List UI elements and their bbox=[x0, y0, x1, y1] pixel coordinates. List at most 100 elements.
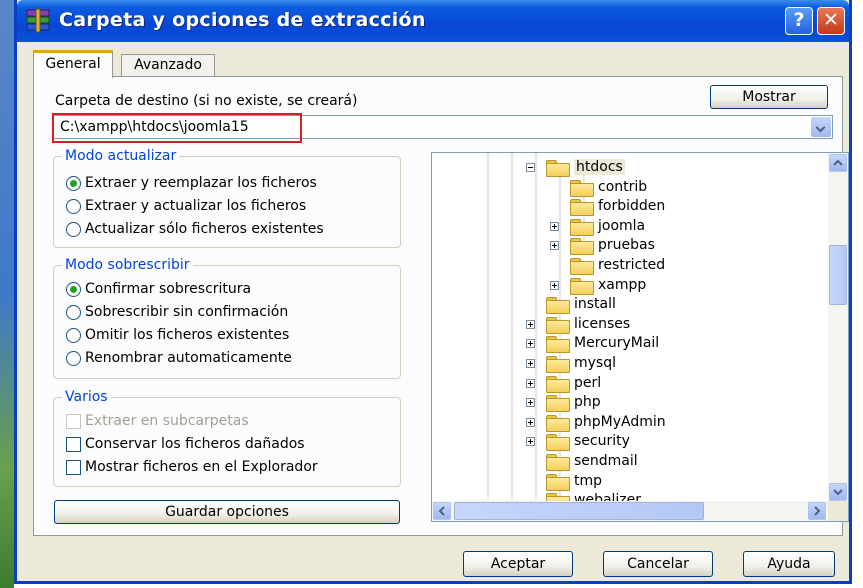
scroll-left-button[interactable] bbox=[433, 502, 451, 520]
expand-plus-icon[interactable] bbox=[550, 241, 559, 250]
tree-node-label[interactable]: pruebas bbox=[598, 237, 655, 253]
radio-selected-icon[interactable] bbox=[66, 281, 81, 297]
folder-icon bbox=[546, 160, 570, 177]
checkbox-icon[interactable] bbox=[66, 459, 81, 475]
tree-node-label[interactable]: phpMyAdmin bbox=[574, 414, 666, 430]
winrar-app-icon bbox=[26, 8, 50, 33]
path-highlight-annotation bbox=[52, 113, 302, 143]
save-options-button[interactable]: Guardar opciones bbox=[54, 500, 400, 524]
tree-node-label[interactable]: php bbox=[574, 394, 601, 410]
tree-node-label[interactable]: tmp bbox=[574, 473, 602, 489]
title-bar[interactable]: Carpeta y opciones de extracción ? ✕ bbox=[17, 0, 849, 42]
cancel-button[interactable]: Cancelar bbox=[603, 551, 713, 577]
expand-plus-icon[interactable] bbox=[526, 418, 535, 427]
expand-plus-icon[interactable] bbox=[526, 339, 535, 348]
option-label: Actualizar sólo ficheros existentes bbox=[85, 221, 324, 237]
radio-extract-update[interactable]: Extraer y actualizar los ficheros bbox=[66, 198, 306, 218]
extraction-dialog: Carpeta y opciones de extracción ? ✕ Gen… bbox=[14, 0, 852, 584]
radio-icon[interactable] bbox=[66, 304, 81, 320]
expand-plus-icon[interactable] bbox=[526, 398, 535, 407]
option-label: Renombrar automaticamente bbox=[85, 350, 292, 366]
folder-icon bbox=[546, 356, 570, 373]
expand-plus-icon[interactable] bbox=[550, 281, 559, 290]
chevron-up-icon bbox=[833, 159, 843, 166]
tree-node-label[interactable]: install bbox=[574, 296, 616, 312]
collapse-minus-icon[interactable] bbox=[526, 163, 535, 172]
folder-icon bbox=[546, 415, 570, 432]
tree-node-label[interactable]: htdocs bbox=[574, 159, 625, 175]
expand-plus-icon[interactable] bbox=[526, 320, 535, 329]
tree-node-label[interactable]: xampp bbox=[598, 277, 646, 293]
tree-vertical-scrollbar[interactable] bbox=[828, 153, 848, 503]
close-title-button[interactable]: ✕ bbox=[817, 7, 845, 35]
radio-rename-auto[interactable]: Renombrar automaticamente bbox=[66, 350, 292, 370]
radio-confirm-overwrite[interactable]: Confirmar sobrescritura bbox=[66, 281, 251, 301]
misc-title: Varios bbox=[62, 389, 111, 405]
tree-node-label[interactable]: contrib bbox=[598, 179, 647, 195]
radio-extract-replace[interactable]: Extraer y reemplazar los ficheros bbox=[66, 175, 317, 195]
tree-node-label[interactable]: security bbox=[574, 433, 630, 449]
folder-icon bbox=[546, 454, 570, 471]
radio-icon[interactable] bbox=[66, 221, 81, 237]
desktop-background bbox=[0, 0, 14, 588]
scrollbar-corner bbox=[828, 501, 848, 521]
destination-path-combo[interactable]: C:\xampp\htdocs\joomla15 bbox=[52, 113, 833, 143]
tree-node-label[interactable]: MercuryMail bbox=[574, 335, 659, 351]
folder-icon bbox=[570, 199, 594, 216]
tab-avanzado[interactable]: Avanzado bbox=[121, 54, 215, 77]
tree-horizontal-scrollbar[interactable] bbox=[432, 501, 828, 521]
tab-general[interactable]: General bbox=[33, 50, 113, 78]
option-label: Conservar los ficheros dañados bbox=[85, 436, 305, 452]
folder-icon bbox=[546, 434, 570, 451]
folder-icon bbox=[570, 180, 594, 197]
expand-plus-icon[interactable] bbox=[526, 437, 535, 446]
folder-icon bbox=[570, 238, 594, 255]
radio-overwrite-no-confirm[interactable]: Sobrescribir sin confirmación bbox=[66, 304, 288, 324]
destination-label: Carpeta de destino (si no existe, se cre… bbox=[55, 93, 358, 109]
option-label: Confirmar sobrescritura bbox=[85, 281, 252, 297]
option-label: Mostrar ficheros en el Explorador bbox=[85, 459, 318, 475]
folder-icon bbox=[570, 258, 594, 275]
misc-group: Varios Extraer en subcarpetas Conservar … bbox=[53, 389, 401, 487]
expand-plus-icon[interactable] bbox=[526, 379, 535, 388]
scroll-up-button[interactable] bbox=[829, 154, 847, 172]
update-mode-title: Modo actualizar bbox=[62, 148, 180, 164]
folder-icon bbox=[546, 395, 570, 412]
show-button[interactable]: Mostrar bbox=[710, 85, 828, 109]
help-title-button[interactable]: ? bbox=[785, 7, 813, 35]
check-keep-broken[interactable]: Conservar los ficheros dañados bbox=[66, 436, 305, 456]
folder-icon bbox=[546, 474, 570, 491]
tree-node-label[interactable]: mysql bbox=[574, 355, 616, 371]
horizontal-scroll-thumb[interactable] bbox=[454, 502, 704, 520]
radio-icon[interactable] bbox=[66, 198, 81, 214]
ok-button[interactable]: Aceptar bbox=[463, 551, 573, 577]
tree-node-label[interactable]: joomla bbox=[598, 218, 645, 234]
checkbox-icon[interactable] bbox=[66, 436, 81, 452]
chevron-down-icon bbox=[833, 489, 843, 496]
tree-node-label[interactable]: perl bbox=[574, 375, 601, 391]
folder-icon bbox=[546, 336, 570, 353]
tree-node-label[interactable]: restricted bbox=[598, 257, 665, 273]
help-button[interactable]: Ayuda bbox=[743, 551, 835, 577]
update-mode-group: Modo actualizar Extraer y reemplazar los… bbox=[53, 148, 401, 248]
check-extract-subfolders: Extraer en subcarpetas bbox=[66, 413, 249, 433]
radio-skip-existing[interactable]: Omitir los ficheros existentes bbox=[66, 327, 289, 347]
option-label: Extraer en subcarpetas bbox=[85, 413, 249, 429]
tree-node-label[interactable]: forbidden bbox=[598, 198, 665, 214]
radio-selected-icon[interactable] bbox=[66, 175, 81, 191]
combo-dropdown-arrow-icon[interactable] bbox=[811, 117, 831, 137]
vertical-scroll-thumb[interactable] bbox=[829, 245, 847, 305]
scroll-down-button[interactable] bbox=[829, 483, 847, 501]
tree-node-label[interactable]: sendmail bbox=[574, 453, 638, 469]
expand-plus-icon[interactable] bbox=[550, 222, 559, 231]
radio-icon[interactable] bbox=[66, 327, 81, 343]
folder-icon bbox=[546, 376, 570, 393]
folder-icon bbox=[546, 297, 570, 314]
expand-plus-icon[interactable] bbox=[526, 359, 535, 368]
scroll-right-button[interactable] bbox=[808, 502, 826, 520]
check-show-in-explorer[interactable]: Mostrar ficheros en el Explorador bbox=[66, 459, 318, 479]
tree-node-label[interactable]: licenses bbox=[574, 316, 630, 332]
radio-icon[interactable] bbox=[66, 350, 81, 366]
folder-tree[interactable]: htdocs contrib forbidden joomla pruebas restr… bbox=[431, 152, 849, 522]
radio-update-existing[interactable]: Actualizar sólo ficheros existentes bbox=[66, 221, 324, 241]
